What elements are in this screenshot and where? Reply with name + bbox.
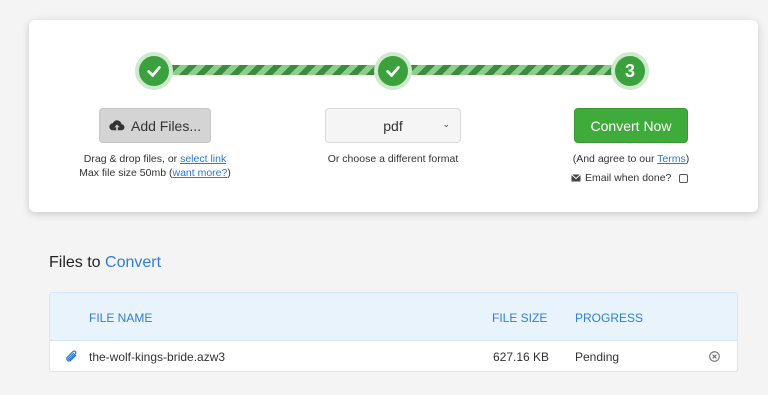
remove-file-icon[interactable] bbox=[709, 351, 720, 362]
drag-drop-text: Drag & drop files, or bbox=[83, 153, 181, 165]
file-name: the-wolf-kings-bride.azw3 bbox=[89, 350, 226, 364]
format-help: Or choose a different format bbox=[327, 153, 459, 165]
terms-link[interactable]: Terms bbox=[657, 153, 686, 165]
file-progress: Pending bbox=[575, 350, 620, 364]
format-select[interactable]: pdf ⌄ bbox=[325, 108, 461, 143]
col-file-size: FILE SIZE bbox=[492, 311, 548, 325]
paren-close-2: ) bbox=[685, 153, 690, 165]
want-more-link[interactable]: want more? bbox=[173, 167, 228, 179]
table-row: the-wolf-kings-bride.azw3 627.16 KB Pend… bbox=[50, 341, 737, 371]
convert-now-button[interactable]: Convert Now bbox=[574, 108, 688, 143]
step-1-done-icon bbox=[135, 52, 173, 90]
convert-now-label: Convert Now bbox=[590, 117, 672, 134]
cloud-upload-icon bbox=[109, 119, 125, 130]
col-file-name: FILE NAME bbox=[89, 311, 153, 325]
paperclip-icon bbox=[66, 350, 77, 362]
col-progress: PROGRESS bbox=[575, 311, 644, 325]
title-prefix: Files to bbox=[49, 254, 101, 271]
add-files-button[interactable]: Add Files... bbox=[99, 108, 211, 143]
step-2-done-icon bbox=[374, 52, 412, 90]
table-header: FILE NAME FILE SIZE PROGRESS bbox=[50, 293, 737, 341]
add-files-label: Add Files... bbox=[130, 117, 202, 134]
files-to-convert-title: Files to Convert bbox=[49, 254, 161, 272]
envelope-icon bbox=[571, 174, 581, 182]
upload-help: Drag & drop files, or select link Max fi… bbox=[69, 152, 241, 180]
title-accent: Convert bbox=[105, 254, 162, 271]
chevron-down-icon: ⌄ bbox=[442, 119, 450, 129]
step-3-number: 3 bbox=[624, 60, 635, 81]
max-size-text: Max file size 50mb ( bbox=[79, 167, 173, 179]
step-3-current: 3 bbox=[611, 52, 649, 90]
select-link[interactable]: select link bbox=[180, 153, 226, 165]
files-table: FILE NAME FILE SIZE PROGRESS the-wolf-ki… bbox=[49, 292, 738, 372]
terms-help: (And agree to our Terms) bbox=[561, 152, 701, 166]
file-size: 627.16 KB bbox=[493, 350, 550, 364]
email-label: Email when done? bbox=[585, 172, 672, 184]
conversion-card: 3 Add Files... Drag & drop files, or sel… bbox=[29, 20, 758, 212]
format-selected-value: pdf bbox=[383, 117, 403, 134]
email-when-done: Email when done? bbox=[571, 172, 689, 184]
email-checkbox[interactable] bbox=[679, 173, 689, 183]
paren-close: ) bbox=[227, 167, 231, 179]
agree-text: (And agree to our bbox=[572, 153, 658, 165]
